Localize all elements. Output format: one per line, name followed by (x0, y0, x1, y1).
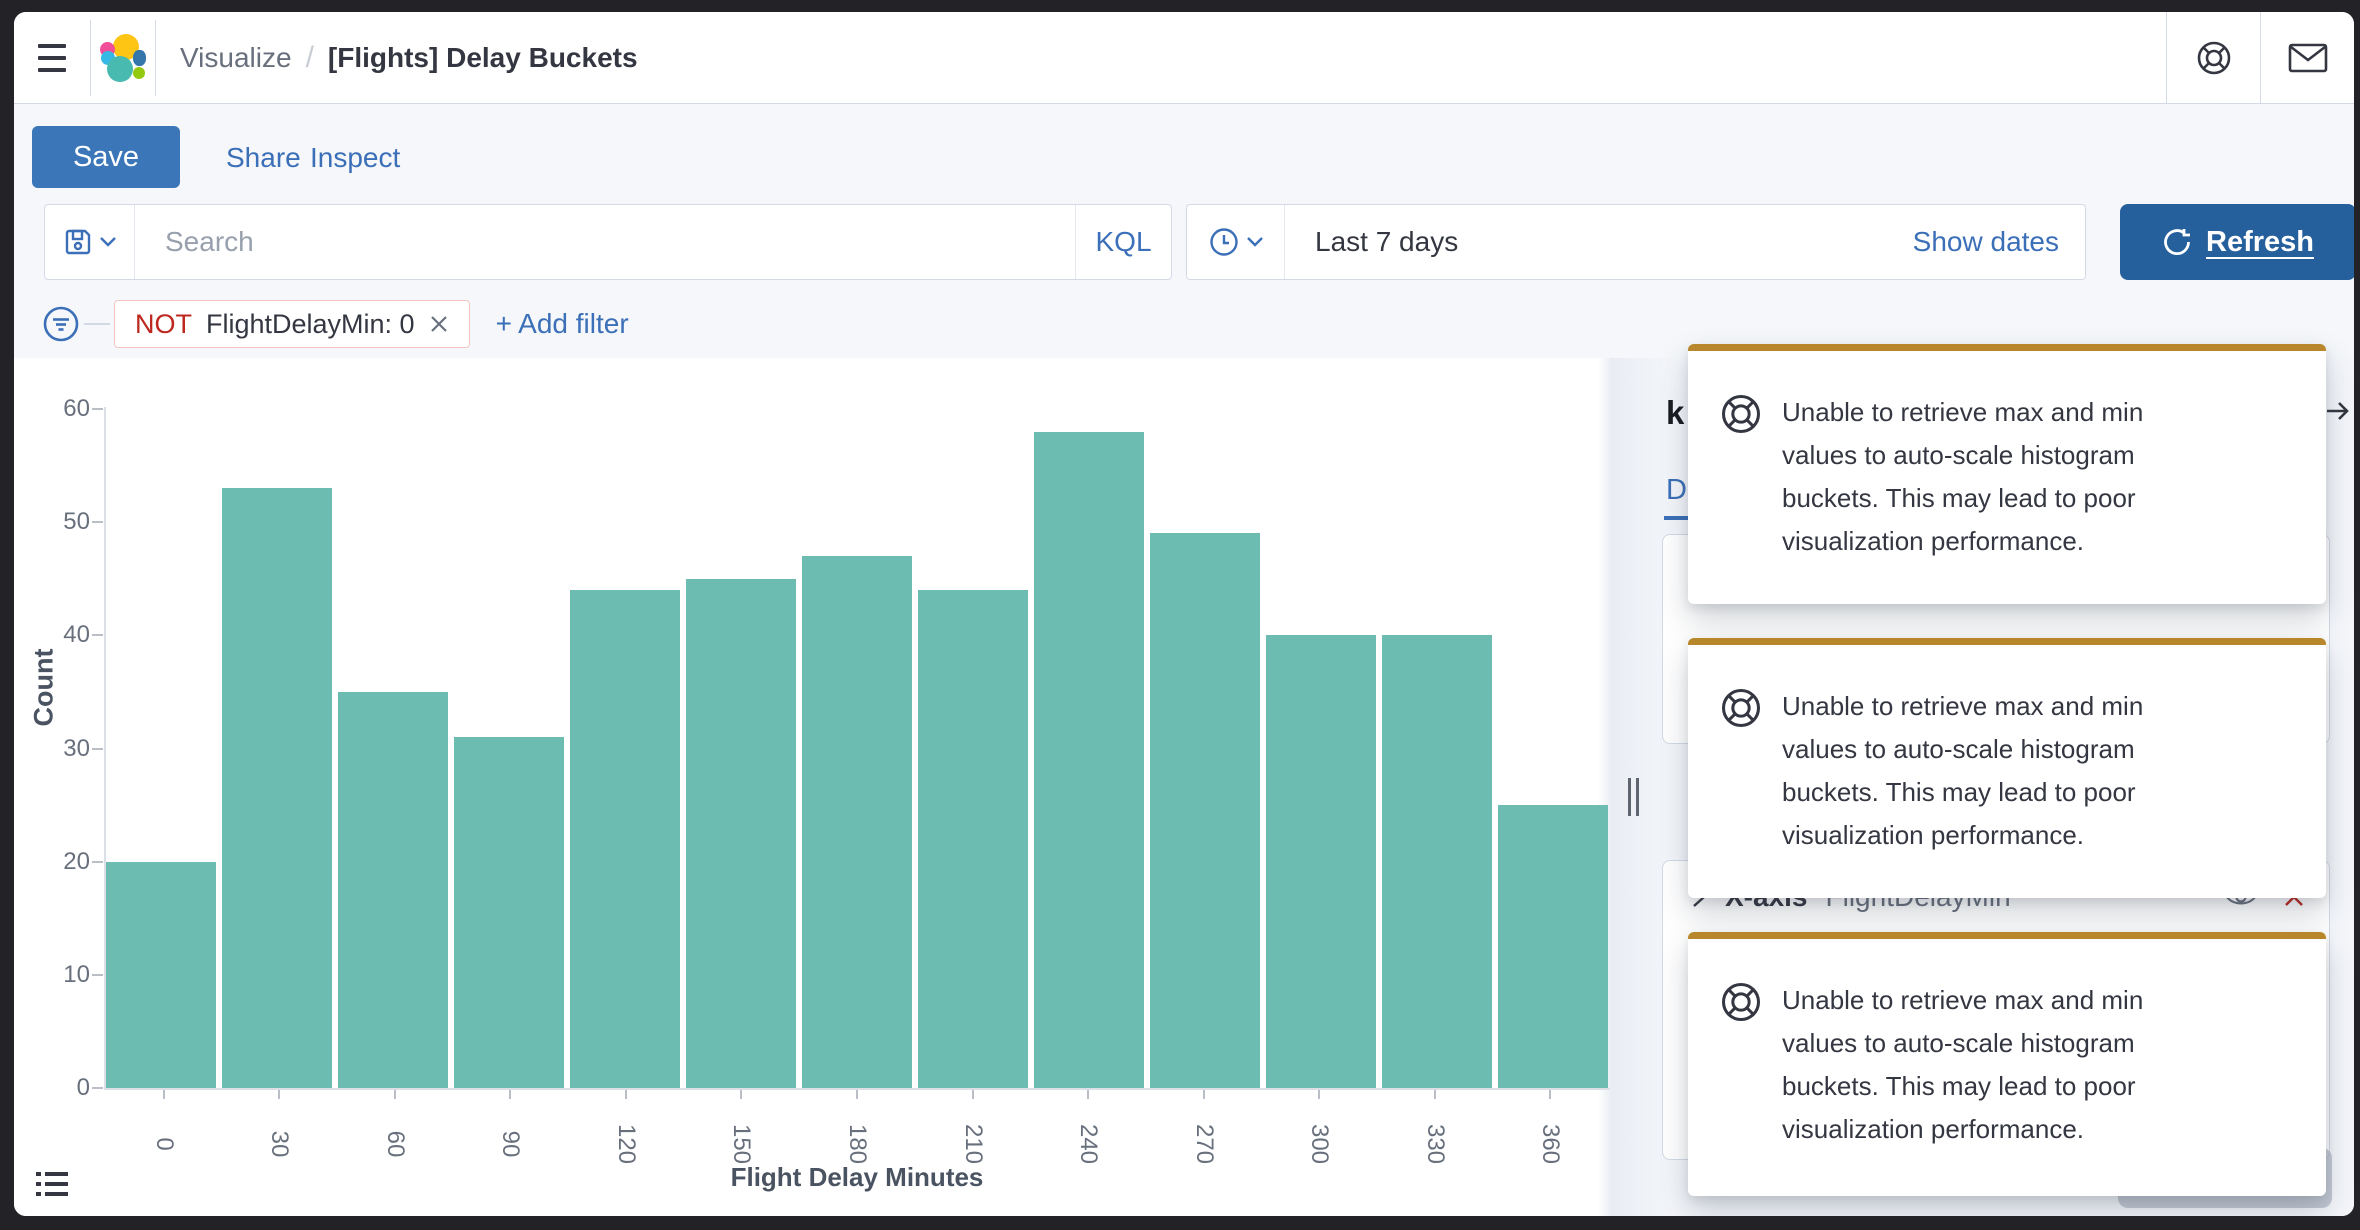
save-button[interactable]: Save (32, 126, 180, 188)
bar-210[interactable] (918, 590, 1028, 1088)
x-tick-mark (1434, 1090, 1436, 1099)
x-tick-mark (394, 1090, 396, 1099)
y-tick-label: 50 (34, 508, 90, 536)
life-ring-icon (2196, 40, 2232, 76)
envelope-icon (2288, 43, 2328, 73)
legend-toggle-button[interactable] (36, 1170, 68, 1201)
share-button[interactable]: Share (226, 142, 301, 174)
x-tick-mark (856, 1090, 858, 1099)
tab-data[interactable]: D (1666, 474, 1687, 507)
y-tick-mark (92, 634, 103, 636)
elastic-logo[interactable] (91, 34, 155, 82)
divider (84, 323, 110, 325)
bar-150[interactable] (686, 579, 796, 1088)
warning-toast[interactable]: Unable to retrieve max and min values to… (1688, 638, 2326, 898)
y-tick-mark (92, 408, 103, 410)
bar-60[interactable] (338, 692, 448, 1088)
x-tick-mark (509, 1090, 511, 1099)
x-axis-title: Flight Delay Minutes (106, 1162, 1608, 1193)
bar-120[interactable] (570, 590, 680, 1088)
search-input[interactable] (135, 205, 1075, 279)
y-tick-mark (92, 861, 103, 863)
life-ring-icon (1720, 393, 1762, 435)
newsfeed-button[interactable] (2260, 12, 2354, 103)
x-tick-mark (1203, 1090, 1205, 1099)
y-tick-label: 40 (34, 621, 90, 649)
filter-options-button[interactable] (42, 305, 80, 343)
x-tick-mark (972, 1090, 974, 1099)
bar-330[interactable] (1382, 635, 1492, 1088)
chevron-down-icon (1247, 237, 1263, 247)
x-tick-mark (625, 1090, 627, 1099)
bar-30[interactable] (222, 488, 332, 1088)
y-tick-label: 20 (34, 848, 90, 876)
y-tick-label: 10 (34, 961, 90, 989)
query-bar: KQL (44, 204, 1172, 280)
clock-icon (1209, 227, 1239, 257)
x-tick-mark (163, 1090, 165, 1099)
refresh-icon (2162, 227, 2192, 257)
time-menu-button[interactable] (1187, 205, 1285, 279)
y-tick-mark (92, 748, 103, 750)
plot-area (106, 409, 1608, 1088)
legend-list-icon (36, 1170, 68, 1198)
bar-270[interactable] (1150, 533, 1260, 1088)
menu-icon[interactable] (14, 12, 90, 103)
y-tick-mark (92, 1087, 103, 1089)
breadcrumb-separator: / (306, 41, 314, 75)
add-filter-button[interactable]: + Add filter (496, 308, 629, 340)
y-tick-mark (92, 521, 103, 523)
page-title: [Flights] Delay Buckets (328, 42, 638, 74)
refresh-button[interactable]: Refresh (2120, 204, 2354, 280)
divider (155, 20, 156, 96)
life-ring-icon (1720, 981, 1762, 1023)
y-tick-mark (92, 974, 103, 976)
x-tick-mark (278, 1090, 280, 1099)
date-picker: Last 7 days Show dates (1186, 204, 2086, 280)
breadcrumb: Visualize / [Flights] Delay Buckets (180, 41, 638, 75)
bar-180[interactable] (802, 556, 912, 1088)
filter-icon (42, 305, 80, 343)
elastic-logo-icon (100, 34, 146, 82)
close-icon (429, 314, 449, 334)
time-range-value[interactable]: Last 7 days (1315, 226, 1458, 258)
breadcrumb-visualize[interactable]: Visualize (180, 42, 292, 74)
save-icon (64, 228, 92, 256)
sidebar-resize-handle[interactable] (1628, 778, 1639, 816)
bar-0[interactable] (106, 862, 216, 1088)
chevron-down-icon (100, 237, 116, 247)
help-button[interactable] (2166, 12, 2260, 103)
filter-pill[interactable]: NOT FlightDelayMin: 0 (114, 300, 470, 348)
saved-query-menu-button[interactable] (45, 205, 135, 279)
toast-message: Unable to retrieve max and min values to… (1782, 391, 2143, 564)
x-tick-mark (1087, 1090, 1089, 1099)
remove-filter-button[interactable] (429, 314, 449, 334)
toast-message: Unable to retrieve max and min values to… (1782, 685, 2143, 858)
bar-360[interactable] (1498, 805, 1608, 1088)
y-tick-label: 0 (34, 1074, 90, 1102)
life-ring-icon (1720, 687, 1762, 729)
x-tick-mark (740, 1090, 742, 1099)
query-language-button[interactable]: KQL (1075, 205, 1171, 279)
refresh-label: Refresh (2206, 226, 2314, 259)
warning-toast[interactable]: Unable to retrieve max and min values to… (1688, 932, 2326, 1196)
y-tick-label: 60 (34, 395, 90, 423)
filter-negate-label: NOT (135, 309, 192, 340)
bar-240[interactable] (1034, 432, 1144, 1088)
index-pattern-label: k (1666, 394, 1684, 432)
show-dates-button[interactable]: Show dates (1913, 226, 2059, 258)
filter-bar: NOT FlightDelayMin: 0 + Add filter (42, 300, 629, 348)
x-tick-mark (1318, 1090, 1320, 1099)
toast-message: Unable to retrieve max and min values to… (1782, 979, 2143, 1156)
inspect-button[interactable]: Inspect (310, 142, 400, 174)
bar-300[interactable] (1266, 635, 1376, 1088)
top-navigation-bar: Visualize / [Flights] Delay Buckets (14, 12, 2354, 104)
app-window: Visualize / [Flights] Delay Buckets Save… (14, 12, 2354, 1216)
warning-toast[interactable]: Unable to retrieve max and min values to… (1688, 344, 2326, 604)
filter-pill-label: FlightDelayMin: 0 (206, 309, 415, 340)
y-tick-label: 30 (34, 735, 90, 763)
bar-90[interactable] (454, 737, 564, 1088)
x-tick-mark (1549, 1090, 1551, 1099)
